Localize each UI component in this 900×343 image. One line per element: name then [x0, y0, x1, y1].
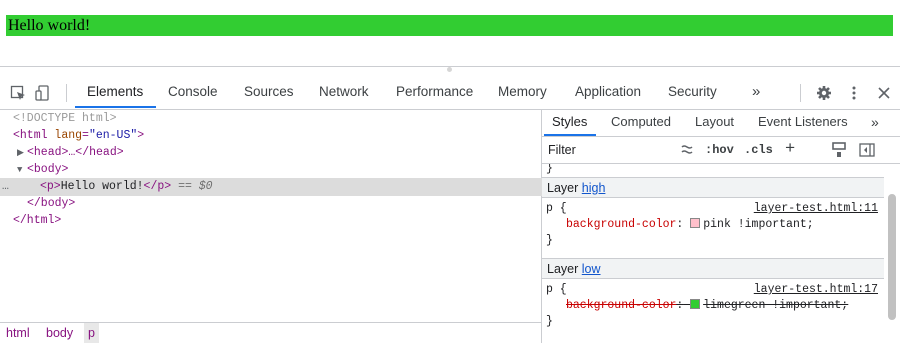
toggle-rendering-emulations-icon[interactable]: [680, 143, 694, 157]
color-swatch-icon[interactable]: [690, 299, 701, 309]
dom-node-body[interactable]: ▼ <body>: [0, 161, 558, 179]
styles-filter-bar: :hov .cls +: [542, 137, 900, 164]
rule-selector-line[interactable]: p { layer-test.html:11: [546, 201, 880, 217]
toolbar-divider: [66, 84, 67, 102]
rule-selector-line[interactable]: p { layer-test.html:17: [546, 282, 880, 298]
layer-link-high[interactable]: high: [582, 181, 606, 195]
dom-node-html-close[interactable]: </html>: [0, 212, 554, 230]
style-rules-list: } Layer high p { layer-test.html:11 back…: [542, 164, 884, 343]
breadcrumb-body[interactable]: body: [42, 323, 77, 343]
more-sidebar-tabs-button[interactable]: »: [871, 110, 879, 136]
tab-console[interactable]: Console: [168, 77, 218, 108]
tab-security[interactable]: Security: [668, 77, 717, 108]
property-value[interactable]: pink !important;: [703, 218, 813, 231]
html-lang-attr: lang: [54, 129, 83, 142]
layer-header-high: Layer high: [542, 177, 884, 198]
dom-node-head[interactable]: ▶ <head>…</head>: [0, 144, 558, 162]
expand-triangle-icon[interactable]: ▶: [17, 144, 27, 162]
paint-roller-icon[interactable]: [832, 142, 846, 158]
layer-header-low: Layer low: [542, 258, 884, 279]
color-swatch-icon[interactable]: [690, 218, 701, 228]
hello-paragraph: Hello world!: [6, 15, 893, 36]
breadcrumb-p[interactable]: p: [84, 323, 99, 343]
toggle-sidebar-icon[interactable]: [859, 142, 875, 158]
property-value[interactable]: limegreen !important;: [703, 299, 848, 312]
html-lang-value: "en-US": [88, 129, 138, 142]
rule-selector: p {: [546, 283, 567, 296]
breadcrumb: html body p: [0, 322, 541, 343]
close-icon[interactable]: [876, 85, 892, 101]
tab-application[interactable]: Application: [575, 77, 641, 108]
rule-selector: p {: [546, 202, 567, 215]
layer-link-low[interactable]: low: [582, 262, 601, 276]
new-style-rule-button[interactable]: +: [785, 141, 795, 159]
body-close-tag: </body>: [27, 197, 76, 210]
active-tab-indicator: [75, 106, 156, 108]
html-tag-end: >: [137, 129, 145, 142]
attr-equals: =: [82, 129, 89, 142]
elements-dom-tree: <!DOCTYPE html> <html lang="en-US"> ▶ <he…: [0, 110, 581, 343]
device-toolbar-icon[interactable]: [35, 85, 51, 101]
doctype-text: <!DOCTYPE html>: [13, 112, 117, 125]
gear-icon[interactable]: [816, 85, 832, 101]
style-declaration-limegreen-overridden[interactable]: background-color: limegreen !important;: [546, 298, 848, 314]
tab-styles[interactable]: Styles: [552, 110, 587, 136]
collapse-triangle-icon[interactable]: ▼: [17, 161, 27, 179]
hov-toggle-button[interactable]: :hov: [705, 141, 734, 159]
rule-closing-brace: }: [546, 234, 553, 247]
style-declaration-pink[interactable]: background-color: pink !important;: [546, 217, 814, 233]
scrollbar-thumb[interactable]: [888, 194, 896, 320]
tab-performance[interactable]: Performance: [396, 77, 473, 108]
layer-label: Layer: [547, 181, 579, 195]
node-actions-ellipsis[interactable]: …: [2, 178, 9, 196]
tab-computed[interactable]: Computed: [611, 110, 671, 136]
inspected-page: Hello world!: [0, 0, 900, 66]
styles-pane: Styles Computed Layout Event Listeners »…: [542, 110, 900, 343]
more-tabs-button[interactable]: »: [752, 77, 760, 108]
html-close-tag: </html>: [13, 214, 62, 227]
body-open-tag: <body>: [27, 163, 69, 176]
html-open-tag: <html: [13, 129, 48, 142]
kebab-menu-icon[interactable]: [846, 85, 862, 101]
devtools-panel: Elements Console Sources Network Perform…: [0, 66, 900, 343]
rule-closing-brace: }: [546, 164, 553, 175]
property-colon: :: [676, 218, 684, 231]
p-text-node: Hello world!: [60, 180, 144, 193]
head-collapsed-tag: <head>…</head>: [27, 146, 124, 159]
tab-layout[interactable]: Layout: [695, 110, 734, 136]
rule-source-link[interactable]: layer-test.html:11: [754, 201, 878, 217]
cls-toggle-button[interactable]: .cls: [744, 141, 773, 159]
inspect-element-icon[interactable]: [10, 85, 26, 101]
property-name[interactable]: background-color: [566, 218, 676, 231]
p-open-tag: <p>: [40, 180, 61, 193]
tab-elements[interactable]: Elements: [87, 77, 143, 108]
tab-network[interactable]: Network: [319, 77, 369, 108]
sidebar-tabs: Styles Computed Layout Event Listeners »: [542, 110, 900, 137]
devtools-toolbar: Elements Console Sources Network Perform…: [0, 77, 900, 110]
dom-node-html[interactable]: <html lang="en-US">: [0, 127, 554, 145]
property-name[interactable]: background-color: [566, 299, 676, 312]
styles-filter-input[interactable]: [546, 140, 676, 160]
selected-node-ref: == $0: [178, 180, 213, 193]
dom-node-body-close[interactable]: </body>: [0, 195, 568, 213]
styles-scrollbar[interactable]: [884, 164, 900, 343]
rule-closing-brace: }: [546, 315, 553, 328]
tab-memory[interactable]: Memory: [498, 77, 547, 108]
breadcrumb-html[interactable]: html: [2, 323, 34, 343]
tab-event-listeners[interactable]: Event Listeners: [758, 110, 848, 136]
active-sidebar-tab-indicator: [544, 134, 596, 136]
rule-source-link[interactable]: layer-test.html:17: [754, 282, 878, 298]
toolbar-divider: [800, 84, 801, 102]
tab-sources[interactable]: Sources: [244, 77, 294, 108]
property-colon: :: [676, 299, 684, 312]
p-close-tag: </p>: [143, 180, 172, 193]
layer-label: Layer: [547, 262, 579, 276]
dom-node-doctype[interactable]: <!DOCTYPE html>: [0, 110, 554, 128]
dom-node-p-selected[interactable]: … <p>Hello world!</p> == $0: [0, 178, 581, 196]
